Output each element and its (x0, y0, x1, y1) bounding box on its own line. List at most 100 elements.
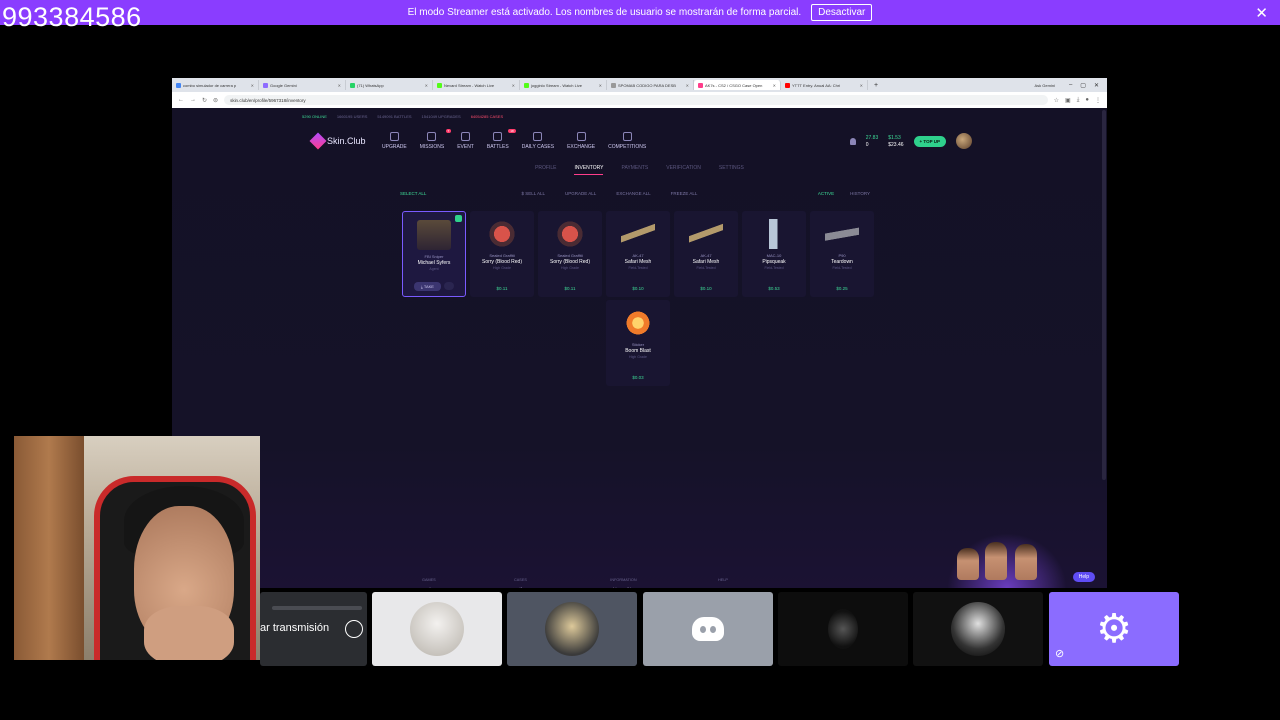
close-icon[interactable]: ✕ (1255, 4, 1268, 22)
item-price: $0.11 (564, 286, 576, 291)
extensions-icon[interactable]: ▣ (1065, 97, 1071, 104)
bell-icon[interactable] (849, 137, 856, 145)
inventory-item-card[interactable]: Sealed Graffiti Sorry (Blood Red) High Gra… (470, 211, 534, 297)
activity-tile[interactable]: ⚙ ⊘ (1049, 592, 1179, 666)
tab-inventory[interactable]: INVENTORY (574, 165, 604, 175)
footer-link[interactable]: Skins Wiki (610, 587, 646, 588)
footer-link[interactable]: Exchange (422, 587, 442, 588)
take-button[interactable]: ⤓ TAKE (414, 282, 441, 291)
nav-item-missions[interactable]: MISSIONS 7 (420, 129, 452, 150)
menu-icon[interactable]: ⋮ (1095, 97, 1101, 104)
participant-tile-1[interactable] (372, 592, 502, 666)
item-type: MAC-10 (766, 253, 782, 258)
help-button[interactable]: Help (1072, 572, 1095, 582)
item-image (621, 219, 655, 249)
ask-gemini-button[interactable]: Ask Gemini (1029, 83, 1061, 88)
forward-icon[interactable]: → (190, 97, 196, 104)
upgrade-all-button[interactable]: UPGRADE ALL (565, 191, 596, 196)
toolbar-icons: ☆ ▣ ⤓ ● ⋮ (1048, 97, 1107, 104)
deactivate-button[interactable]: Desactivar (811, 4, 873, 21)
browser-tab[interactable]: Google Gemini ✕ (259, 80, 346, 90)
inventory-item-card[interactable]: AK-47 Safari Mesh Field-Tested $0.10 (674, 211, 738, 297)
hide-eye-icon[interactable]: ⊘ (1055, 647, 1064, 660)
tab-close-icon[interactable]: ✕ (599, 83, 602, 88)
main-nav: UPGRADE MISSIONS 7 EVENT BATTLES 18 DAILY CASE… (382, 129, 659, 150)
nav-item-daily-cases[interactable]: DAILY CASES (522, 132, 554, 150)
browser-tab[interactable]: SPOMAB CODIGO PARA DESB ✕ (607, 80, 694, 90)
inventory-item-card[interactable]: Sealed Graffiti Sorry (Blood Red) High Gra… (538, 211, 602, 297)
page-scrollbar[interactable] (1102, 110, 1106, 480)
browser-tab[interactable]: YTTT Entry. Anual AA: Chri ✕ (781, 80, 868, 90)
footer-heading: HELP (718, 578, 728, 582)
browser-tab[interactable]: jogginlo Stream - Watch Live ✕ (520, 80, 607, 90)
nav-item-battles[interactable]: BATTLES 18 (487, 129, 516, 150)
tab-label: jogginlo Stream - Watch Live (531, 82, 582, 88)
item-type: Sealed Graffiti (557, 253, 583, 258)
select-all-button[interactable]: SELECT ALL (400, 191, 426, 196)
profile-icon[interactable]: ● (1085, 97, 1089, 104)
logo-text: Skin.Club (327, 136, 366, 146)
footer-column: HELPFAQProbably FairContact Us (718, 578, 745, 588)
star-icon[interactable]: ☆ (1054, 97, 1059, 104)
tab-close-icon[interactable]: ✕ (338, 83, 341, 88)
inventory-item-card[interactable]: P90 Teardown Field-Tested $0.25 (810, 211, 874, 297)
back-icon[interactable]: ← (178, 97, 184, 104)
selected-check-icon[interactable] (455, 215, 462, 222)
footer-link[interactable]: FAQ (718, 587, 745, 588)
new-tab-button[interactable]: + (868, 82, 884, 89)
participant-tile-5[interactable] (913, 592, 1043, 666)
participant-tile-4[interactable] (778, 592, 908, 666)
freeze-all-button[interactable]: FREEZE ALL (671, 191, 698, 196)
tab-favicon-icon (524, 82, 529, 88)
reload-icon[interactable]: ↻ (202, 97, 207, 104)
skinclub-logo[interactable]: Skin.Club (309, 132, 382, 150)
inventory-item-card[interactable]: AK-47 Safari Mesh Field-Tested $0.10 (606, 211, 670, 297)
tab-close-icon[interactable]: ✕ (425, 83, 428, 88)
item-wear: Field-Tested (628, 266, 648, 270)
nav-item-event[interactable]: EVENT (457, 132, 474, 150)
close-window-icon[interactable]: ✕ (1094, 82, 1099, 89)
stream-icon[interactable] (345, 620, 363, 638)
person-image (1015, 544, 1037, 580)
screen-share-tile[interactable]: ar transmisión (260, 592, 367, 666)
tab-label: SPOMAB CODIGO PARA DESB (618, 82, 676, 88)
inventory-item-card[interactable]: FBI Sniper Michael Syfers Agent ⤓ TAKE (402, 211, 466, 297)
nav-item-competitions[interactable]: COMPETITIONS (608, 132, 646, 150)
ticker-stat: 1660195 USERS (336, 114, 368, 119)
tab-close-icon[interactable]: ✕ (773, 83, 776, 88)
participant-tile-2[interactable] (507, 592, 637, 666)
url-input[interactable]: skin.club/en/profile/5967318/inventory (224, 95, 1048, 105)
item-price: $0.25 (836, 286, 848, 291)
inventory-actions: SELECT ALL $ SELL ALL UPGRADE ALL EXCHAN… (400, 191, 870, 196)
tab-profile[interactable]: PROFILE (535, 165, 556, 175)
tab-verification[interactable]: VERIFICATION (666, 165, 701, 175)
sell-all-button[interactable]: $ SELL ALL (521, 191, 545, 196)
tab-close-icon[interactable]: ✕ (686, 83, 689, 88)
more-options-button[interactable] (443, 282, 454, 290)
browser-tab[interactable]: AK7s - CS2 / CSGO Case Open ✕ (694, 80, 781, 90)
nav-item-exchange[interactable]: EXCHANGE (567, 132, 595, 150)
nav-item-upgrade[interactable]: UPGRADE (382, 132, 407, 150)
restore-icon[interactable]: ▢ (1080, 82, 1086, 89)
browser-tab[interactable]: (71) WhatsApp ✕ (346, 80, 433, 90)
tab-active[interactable]: ACTIVE (818, 191, 834, 196)
browser-tab[interactable]: combo simulador de carrera p ✕ (172, 80, 259, 90)
inventory-item-card[interactable]: Sticker Boom Blast High Grade $0.03 (606, 300, 670, 386)
avatar[interactable] (956, 133, 972, 149)
tab-history[interactable]: HISTORY (850, 191, 870, 196)
footer-link[interactable]: Knife Case (514, 587, 538, 588)
tab-close-icon[interactable]: ✕ (251, 83, 254, 88)
top-up-button[interactable]: + TOP UP (913, 135, 946, 147)
tab-close-icon[interactable]: ✕ (860, 83, 863, 88)
tab-payments[interactable]: PAYMENTS (621, 165, 648, 175)
participant-tile-3[interactable] (643, 592, 773, 666)
browser-tab[interactable]: Nevard Stream - Watch Live ✕ (433, 80, 520, 90)
tab-favicon-icon (785, 82, 790, 88)
tab-close-icon[interactable]: ✕ (512, 83, 515, 88)
inventory-item-card[interactable]: MAC-10 Pipsqueak Field-Tested $0.53 (742, 211, 806, 297)
download-icon[interactable]: ⤓ (1077, 97, 1080, 104)
tab-settings[interactable]: SETTINGS (719, 165, 744, 175)
site-info-icon[interactable]: ⊜ (213, 97, 218, 104)
minimize-icon[interactable]: – (1069, 82, 1072, 89)
exchange-all-button[interactable]: EXCHANGE ALL (616, 191, 650, 196)
